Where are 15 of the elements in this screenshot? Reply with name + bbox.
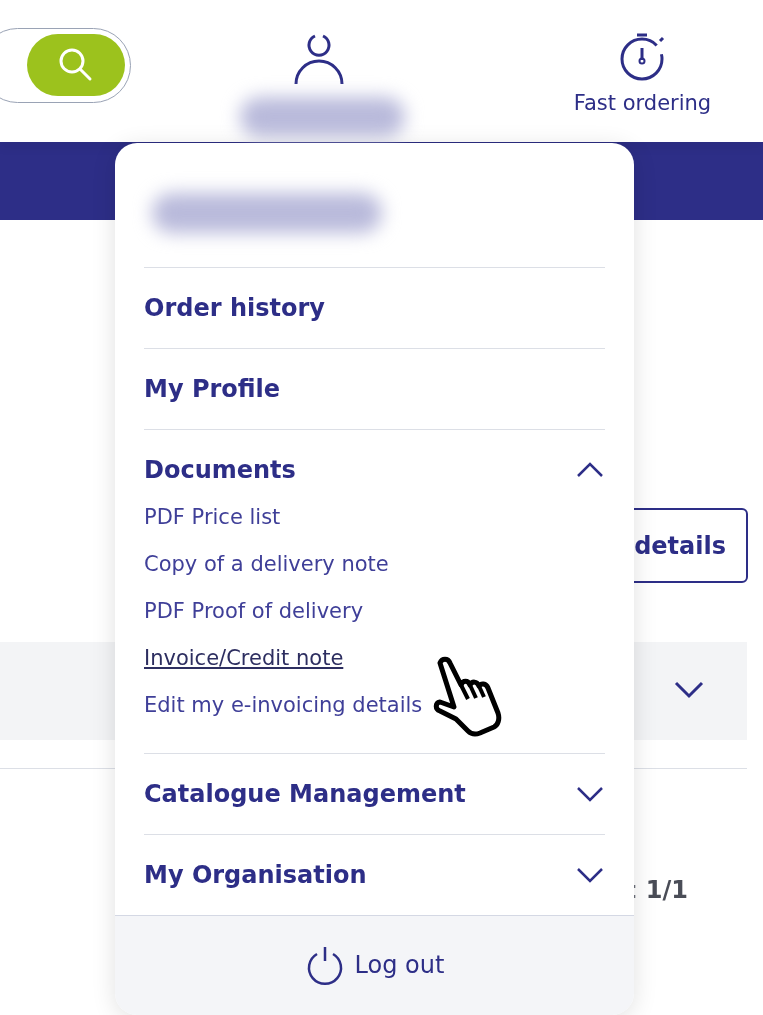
user-icon[interactable] <box>293 32 345 86</box>
menu-section-toggle[interactable]: Catalogue Management <box>144 776 605 812</box>
menu-link[interactable]: Order history <box>144 290 605 326</box>
search-field[interactable] <box>0 28 131 103</box>
menu-link[interactable]: My Profile <box>144 371 605 407</box>
chevron-down-icon[interactable] <box>673 679 705 701</box>
menu-section-toggle[interactable]: Documents <box>144 452 605 488</box>
document-link[interactable]: Edit my e-invoicing details <box>144 682 423 729</box>
document-link[interactable]: Invoice/Credit note <box>144 635 344 682</box>
logout-button[interactable]: Log out <box>304 944 445 986</box>
document-link[interactable]: Copy of a delivery note <box>144 541 389 588</box>
document-link[interactable]: PDF Proof of delivery <box>144 588 364 635</box>
document-link[interactable]: PDF Price list <box>144 494 281 541</box>
menu-section-toggle[interactable]: My Organisation <box>144 857 605 893</box>
fast-ordering-link[interactable]: Fast ordering <box>565 30 720 120</box>
